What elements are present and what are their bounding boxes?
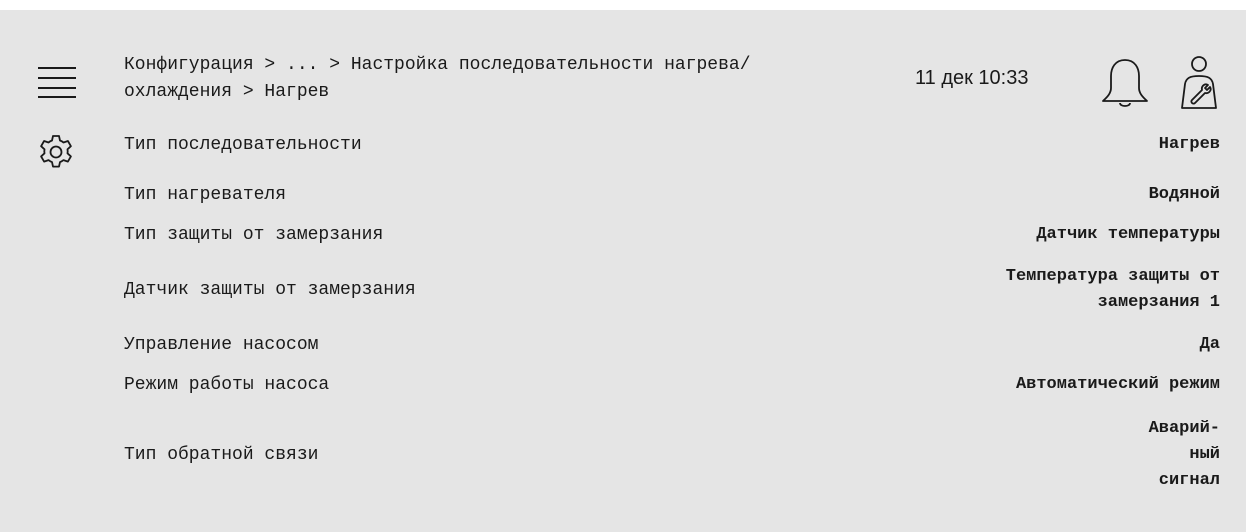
setting-row-sequence-type[interactable]: Тип последовательности Нагрев [124,130,1220,160]
setting-row-pump-control[interactable]: Управление насосом Да [124,330,1220,360]
datetime-display: 11 дек 10:33 [915,67,1029,89]
screen-panel: Конфигурация > ... > Настройка последова… [0,10,1246,532]
setting-value: Температура защиты от замерзания 1 [1005,267,1220,312]
setting-label: Датчик защиты от замерзания [124,280,416,300]
bell-icon[interactable] [1100,54,1150,112]
setting-row-heater-type[interactable]: Тип нагревателя Водяной [124,180,1220,210]
service-user-icon[interactable] [1176,54,1222,110]
setting-label: Тип защиты от замерзания [124,225,384,245]
setting-value: Автоматический режим [1015,375,1220,394]
gear-icon[interactable] [36,132,76,172]
setting-value: Аварий- ный сигнал [1148,419,1220,490]
setting-label: Тип нагревателя [124,185,287,205]
setting-row-frost-protection-sensor[interactable]: Датчик защиты от замерзания Температура … [124,260,1220,320]
setting-row-feedback-type[interactable]: Тип обратной связи Аварий- ный сигнал [124,410,1220,500]
setting-value: Водяной [1148,185,1220,204]
setting-label: Тип обратной связи [124,445,319,465]
setting-row-pump-mode[interactable]: Режим работы насоса Автоматический режим [124,370,1220,400]
setting-label: Режим работы насоса [124,375,330,395]
setting-label: Управление насосом [124,335,319,355]
setting-value: Датчик температуры [1036,225,1220,244]
hamburger-menu-icon[interactable] [38,63,76,101]
setting-label: Тип последовательности [124,135,362,155]
breadcrumb: Конфигурация > ... > Настройка последова… [124,55,751,102]
setting-row-frost-protection-type[interactable]: Тип защиты от замерзания Датчик температ… [124,220,1220,250]
setting-value: Да [1199,335,1220,354]
setting-value: Нагрев [1158,135,1220,154]
